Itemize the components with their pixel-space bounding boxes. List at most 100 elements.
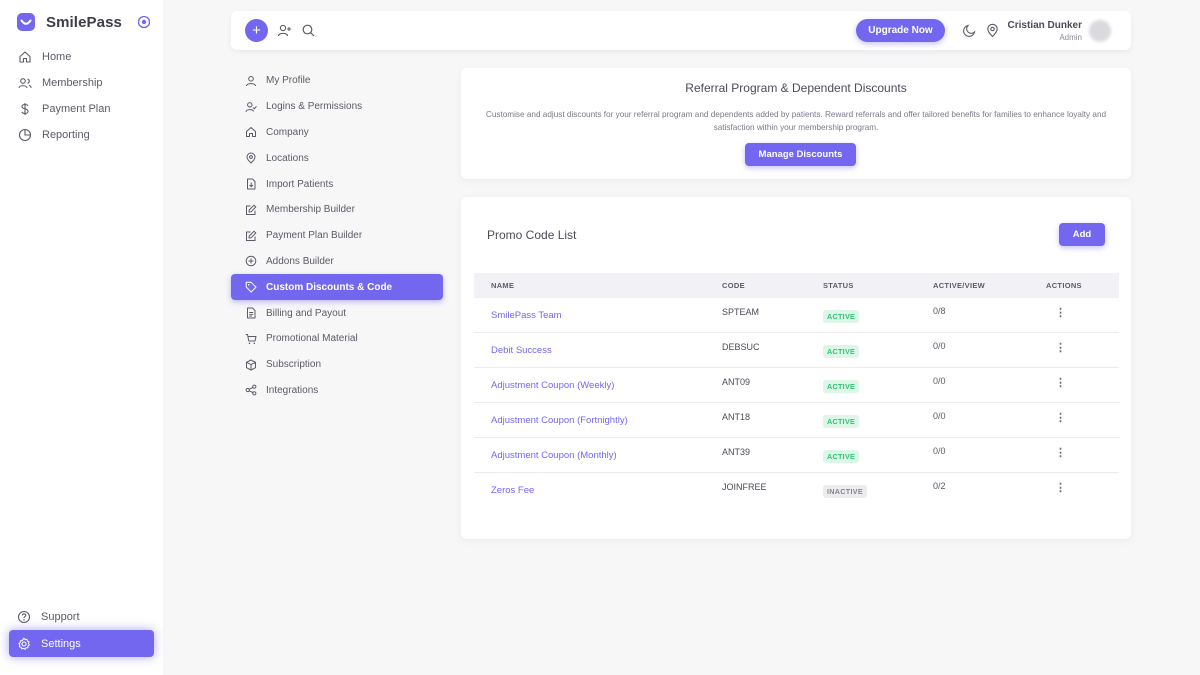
share-icon: [245, 385, 257, 396]
sidebar-item-reporting[interactable]: Reporting: [10, 122, 154, 148]
row-actions-icon[interactable]: ⋮: [1055, 483, 1066, 494]
main-nav: Home Membership Payment Plan Reporting: [10, 44, 154, 148]
search-icon[interactable]: [301, 23, 316, 38]
settings-item-promotional-material[interactable]: Promotional Material: [231, 326, 443, 352]
sidebar-item-label: Membership: [42, 77, 103, 89]
moon-icon[interactable]: [962, 23, 977, 38]
brand[interactable]: SmilePass: [16, 12, 122, 32]
box-icon: [246, 359, 256, 371]
promo-name-link[interactable]: Adjustment Coupon (Fortnightly): [491, 415, 628, 426]
row-actions-icon[interactable]: ⋮: [1055, 448, 1066, 459]
row-actions-icon[interactable]: ⋮: [1055, 378, 1066, 389]
settings-item-label: Membership Builder: [266, 204, 355, 216]
settings-item-custom-discounts[interactable]: Custom Discounts & Code: [231, 274, 443, 301]
settings-item-label: Subscription: [266, 359, 322, 371]
quick-add-button[interactable]: +: [245, 19, 268, 42]
sidebar-item-label: Reporting: [42, 129, 90, 141]
table-row: Debit Success DEBSUC ACTIVE 0/0 ⋮: [474, 333, 1119, 368]
row-actions-icon[interactable]: ⋮: [1055, 308, 1066, 319]
table-row: Adjustment Coupon (Monthly) ANT39 ACTIVE…: [474, 438, 1119, 473]
table-row: Zeros Fee JOINFREE INACTIVE 0/2 ⋮: [474, 473, 1119, 508]
sidebar-item-label: Support: [41, 610, 80, 623]
status-badge: ACTIVE: [823, 310, 860, 323]
settings-item-import-patients[interactable]: Import Patients: [231, 171, 443, 197]
status-badge: ACTIVE: [823, 345, 860, 358]
sidebar-item-home[interactable]: Home: [10, 44, 154, 70]
settings-item-label: Promotional Material: [266, 333, 358, 345]
promo-code: DEBSUC: [722, 342, 760, 352]
sidebar-item-label: Home: [42, 51, 72, 63]
status-badge: ACTIVE: [823, 380, 860, 393]
promo-code: SPTEAM: [722, 307, 760, 317]
topbar: + Upgrade Now Cristian Dunker Admin: [231, 11, 1131, 50]
add-promo-button[interactable]: Add: [1059, 223, 1105, 246]
pie-chart-icon: [18, 128, 32, 142]
referral-description: Customise and adjust discounts for your …: [485, 110, 1107, 132]
column-header-code: CODE: [722, 281, 745, 290]
referral-title: Referral Program & Dependent Discounts: [685, 81, 907, 95]
settings-item-label: Payment Plan Builder: [266, 230, 363, 242]
settings-item-label: Billing and Payout: [266, 307, 347, 319]
settings-item-membership-builder[interactable]: Membership Builder: [231, 197, 443, 223]
column-header-active-view: ACTIVE/VIEW: [933, 281, 986, 290]
settings-item-payment-plan-builder[interactable]: Payment Plan Builder: [231, 223, 443, 249]
settings-item-billing-payout[interactable]: Billing and Payout: [231, 300, 443, 326]
settings-item-addons-builder[interactable]: Addons Builder: [231, 249, 443, 275]
help-circle-icon: [17, 610, 31, 623]
settings-item-company[interactable]: Company: [231, 120, 443, 146]
sidebar-item-label: Settings: [41, 637, 81, 650]
settings-item-label: Integrations: [266, 384, 319, 396]
upgrade-now-button[interactable]: Upgrade Now: [856, 19, 945, 42]
user-check-icon: [245, 101, 257, 112]
bottom-nav: Support Settings: [9, 603, 154, 657]
settings-item-label: Addons Builder: [266, 255, 334, 267]
settings-item-logins-permissions[interactable]: Logins & Permissions: [231, 94, 443, 120]
column-header-name: NAME: [491, 281, 515, 290]
settings-item-label: Custom Discounts & Code: [266, 281, 393, 293]
active-view-value: 0/0: [933, 446, 946, 456]
promo-name-link[interactable]: Adjustment Coupon (Weekly): [491, 380, 614, 391]
table-header: NAME CODE STATUS ACTIVE/VIEW ACTIONS: [474, 273, 1119, 298]
sidebar-item-payment-plan[interactable]: Payment Plan: [10, 96, 154, 122]
settings-item-subscription[interactable]: Subscription: [231, 352, 443, 378]
row-actions-icon[interactable]: ⋮: [1055, 343, 1066, 354]
sidebar-toggle-icon[interactable]: [137, 15, 151, 29]
sidebar-item-settings[interactable]: Settings: [9, 630, 154, 657]
row-actions-icon[interactable]: ⋮: [1055, 413, 1066, 424]
settings-item-locations[interactable]: Locations: [231, 145, 443, 171]
promo-name-link[interactable]: Adjustment Coupon (Monthly): [491, 450, 617, 461]
promo-code-card: Promo Code List Add NAME CODE STATUS ACT…: [461, 197, 1131, 539]
settings-item-label: Company: [266, 126, 309, 138]
active-view-value: 0/0: [933, 376, 946, 386]
promo-code: JOINFREE: [722, 482, 767, 492]
status-badge: ACTIVE: [823, 415, 860, 428]
sidebar-item-support[interactable]: Support: [9, 603, 154, 630]
map-pin-icon: [246, 152, 256, 164]
cart-icon: [245, 333, 257, 344]
promo-name-link[interactable]: Zeros Fee: [491, 485, 534, 496]
gear-icon: [18, 637, 30, 650]
tag-icon: [245, 281, 257, 293]
settings-item-integrations[interactable]: Integrations: [231, 378, 443, 404]
promo-name-link[interactable]: Debit Success: [491, 345, 552, 356]
add-user-icon[interactable]: [277, 23, 292, 38]
dollar-icon: [21, 103, 29, 115]
map-pin-icon[interactable]: [985, 23, 1000, 38]
promo-title: Promo Code List: [487, 228, 577, 242]
column-header-actions: ACTIONS: [1046, 281, 1082, 290]
active-view-value: 0/0: [933, 411, 946, 421]
sidebar-item-membership[interactable]: Membership: [10, 70, 154, 96]
user-name[interactable]: Cristian Dunker: [1008, 20, 1082, 31]
edit-icon: [246, 230, 257, 241]
promo-name-link[interactable]: SmilePass Team: [491, 310, 562, 321]
settings-menu: My Profile Logins & Permissions Company …: [231, 68, 443, 403]
avatar[interactable]: [1089, 20, 1111, 42]
settings-item-label: My Profile: [266, 75, 311, 87]
settings-item-my-profile[interactable]: My Profile: [231, 68, 443, 94]
manage-discounts-button[interactable]: Manage Discounts: [745, 143, 856, 166]
status-badge: ACTIVE: [823, 450, 860, 463]
table-row: Adjustment Coupon (Fortnightly) ANT18 AC…: [474, 403, 1119, 438]
sidebar: SmilePass Home Membership Payment Plan R…: [0, 0, 163, 675]
settings-item-label: Import Patients: [266, 178, 334, 190]
home-icon: [19, 51, 31, 63]
